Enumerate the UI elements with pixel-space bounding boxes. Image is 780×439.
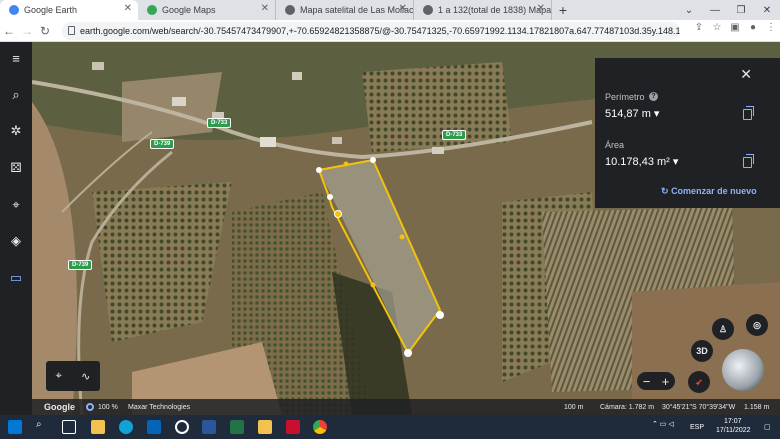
clock-time[interactable]: 17:07 [724, 418, 742, 425]
excel-icon[interactable] [230, 420, 244, 434]
lock-icon [68, 26, 75, 35]
app-icon[interactable] [175, 420, 189, 434]
chrome-icon[interactable] [313, 420, 327, 434]
road-label: D-739 [150, 139, 175, 149]
url-field[interactable]: earth.google.com/web/search/-30.75457473… [62, 22, 680, 40]
edge-icon[interactable] [119, 420, 133, 434]
zoom-in-button[interactable]: + [662, 374, 670, 389]
app-red-icon[interactable] [286, 420, 300, 434]
zoom-out-button[interactable]: − [643, 374, 651, 389]
loading-percent: 100 % [98, 403, 118, 411]
road-label: D-733 [442, 130, 467, 140]
zoom-control: − + [637, 372, 675, 390]
google-earth-favicon-icon [9, 5, 19, 15]
placemark-icon[interactable]: ⌖ [56, 370, 62, 383]
search-icon[interactable]: ⌕ [0, 83, 32, 107]
attribution[interactable]: Maxar Technologies [128, 404, 190, 411]
dice-icon[interactable]: ⚄ [0, 156, 32, 180]
close-tab-icon[interactable]: ✕ [537, 3, 545, 14]
ground-altitude: 1.158 m [744, 403, 770, 411]
language-indicator[interactable]: ESP [690, 424, 704, 431]
close-window-icon[interactable]: ✕ [754, 0, 780, 20]
back-icon[interactable]: ← [0, 24, 18, 38]
share-icon[interactable]: ⇪ [690, 22, 708, 33]
windows-taskbar: ⌕ ⌃ ▭ ◁ ESP 17:07 17/11/2022 ▢ [0, 415, 780, 439]
road-label: D-733 [207, 118, 232, 128]
loading-icon [86, 403, 94, 411]
tab-google-earth[interactable]: Google Earth ✕ [0, 0, 138, 20]
globe-icon[interactable] [722, 349, 764, 391]
area-value[interactable]: 10.178,43 m² ▾ [605, 155, 678, 168]
forward-icon[interactable]: → [18, 24, 36, 38]
notifications-icon[interactable]: ▢ [764, 423, 771, 431]
close-tab-icon[interactable]: ✕ [399, 3, 407, 14]
outlook-icon[interactable] [147, 420, 161, 434]
star-icon[interactable]: ☆ [708, 22, 726, 33]
maximize-icon[interactable]: ❐ [728, 0, 754, 20]
tab-title: Mapa satelital de Las Mollacas, [300, 5, 414, 15]
perimeter-label: Perímetro [605, 92, 645, 102]
3d-toggle-button[interactable]: 3D [691, 340, 713, 362]
restart-icon: ↻ [661, 186, 669, 196]
voyager-icon[interactable]: ✲ [0, 119, 32, 143]
status-bar: Google 100 % Maxar Technologies 100 m Cá… [32, 399, 780, 415]
clock-date[interactable]: 17/11/2022 [716, 427, 751, 434]
browser-actions: ⇪ ☆ ▣ ● ⋮ [690, 22, 780, 33]
help-icon[interactable]: ? [649, 92, 658, 101]
minimize-icon[interactable]: — [702, 0, 728, 20]
layers-icon[interactable]: ◈ [0, 229, 32, 253]
tab-title: Google Maps [162, 5, 216, 15]
window-controls: ⌄ — ❐ ✕ [676, 0, 780, 20]
tab-mapa-registro[interactable]: 1 a 132(total de 1838) Mapa Re ✕ [414, 0, 552, 20]
address-toolbar: ← → ↻ earth.google.com/web/search/-30.75… [0, 20, 780, 42]
new-tab-button[interactable]: + [552, 0, 574, 20]
task-view-icon[interactable] [62, 420, 76, 434]
globe-favicon-icon [285, 5, 295, 15]
more-icon[interactable]: ⋮ [762, 22, 780, 33]
perimeter-value[interactable]: 514,87 m ▾ [605, 107, 659, 120]
word-icon[interactable] [202, 420, 216, 434]
menu-icon[interactable]: ≡ [0, 46, 32, 70]
tray-icons[interactable]: ⌃ ▭ ◁ [652, 420, 674, 428]
url-text: earth.google.com/web/search/-30.75457473… [80, 26, 680, 36]
tab-bar: Google Earth ✕ Google Maps ✕ Mapa sateli… [0, 0, 780, 20]
close-tab-icon[interactable]: ✕ [124, 3, 132, 14]
coordinates: 30°45'21"S 70°39'34"W [662, 403, 736, 411]
map-tool-box: ⌖ ∿ [46, 361, 100, 391]
close-tab-icon[interactable]: ✕ [261, 3, 269, 14]
windows-start-icon[interactable] [8, 420, 22, 434]
tab-search-icon[interactable]: ⌄ [676, 0, 702, 20]
path-icon[interactable]: ∿ [81, 370, 90, 383]
tab-google-maps[interactable]: Google Maps ✕ [138, 0, 276, 20]
compass-icon[interactable]: ➶ [688, 371, 710, 393]
pegman-icon[interactable]: ♙ [712, 318, 734, 340]
close-icon[interactable]: ✕ [740, 66, 752, 83]
scale-label: 100 m [564, 403, 584, 411]
restart-button[interactable]: ↻ Comenzar de nuevo [661, 186, 757, 197]
measure-panel: ✕ Perímetro ? 514,87 m ▾ Área 10.178,43 … [595, 58, 780, 208]
search-icon[interactable]: ⌕ [36, 419, 50, 433]
camera-altitude: Cámara: 1.782 m [600, 403, 655, 411]
google-maps-favicon-icon [147, 5, 157, 15]
projects-icon[interactable]: ⌖ [0, 193, 32, 217]
copy-icon[interactable] [743, 154, 754, 168]
google-logo: Google [44, 402, 75, 412]
earth-sidebar: ≡ ⌕ ✲ ⚄ ⌖ ◈ ▭ [0, 42, 32, 415]
file-explorer-icon[interactable] [91, 420, 105, 434]
copy-icon[interactable] [743, 106, 754, 120]
reload-icon[interactable]: ↻ [36, 24, 54, 38]
ruler-icon[interactable]: ▭ [0, 266, 32, 290]
road-label: D-739 [68, 260, 93, 270]
tab-title: Google Earth [24, 5, 78, 15]
tab-mapa-satelital[interactable]: Mapa satelital de Las Mollacas, ✕ [276, 0, 414, 20]
area-label: Área [605, 140, 625, 150]
notes-icon[interactable] [258, 420, 272, 434]
profile-icon[interactable]: ● [744, 22, 762, 33]
extension-icon[interactable]: ▣ [726, 22, 744, 33]
globe-favicon-icon [423, 5, 433, 15]
tab-title: 1 a 132(total de 1838) Mapa Re [438, 5, 552, 15]
my-location-icon[interactable]: ◎ [746, 314, 768, 336]
